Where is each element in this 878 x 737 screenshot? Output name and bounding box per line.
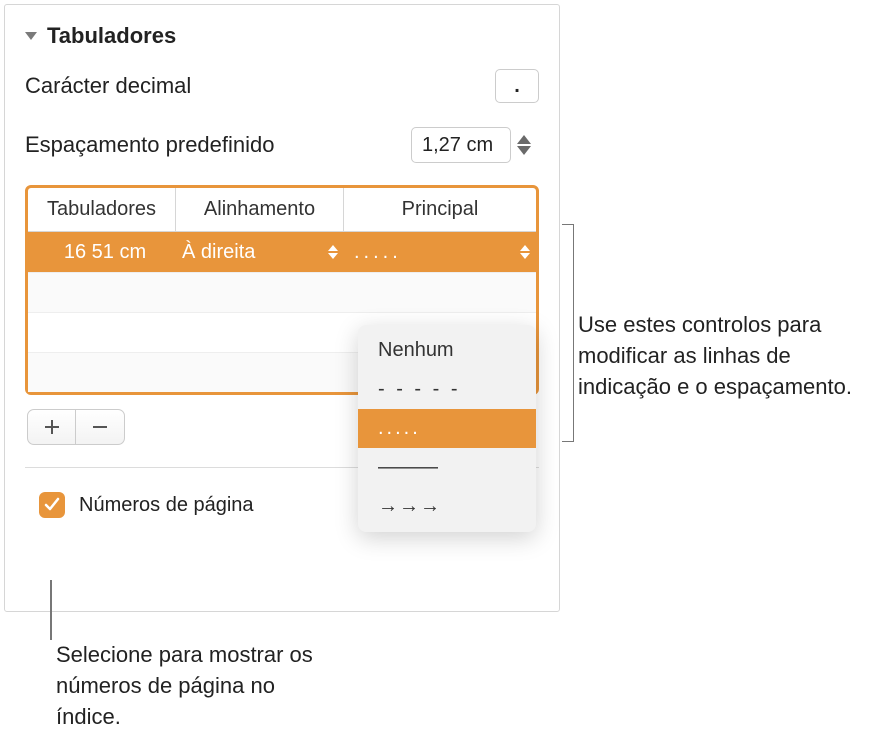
default-spacing-input[interactable]: 1,27 cm bbox=[411, 127, 511, 163]
add-remove-stop bbox=[27, 409, 125, 445]
plus-icon bbox=[44, 419, 60, 435]
default-spacing-value: 1,27 cm bbox=[422, 134, 493, 157]
default-spacing-label: Espaçamento predefinido bbox=[25, 132, 411, 158]
spacing-stepper bbox=[517, 127, 539, 163]
decimal-char-value: . bbox=[514, 75, 520, 98]
disclosure-triangle-icon[interactable] bbox=[25, 32, 37, 40]
callout-page-numbers: Selecione para mostrar os números de pág… bbox=[56, 640, 336, 732]
table-row[interactable] bbox=[28, 272, 536, 312]
checkmark-icon bbox=[44, 497, 60, 513]
popup-arrows-icon bbox=[328, 245, 338, 259]
minus-icon bbox=[92, 419, 108, 435]
table-row[interactable]: 16 51 cm À direita ..... bbox=[28, 232, 536, 272]
th-alignment[interactable]: Alinhamento bbox=[176, 188, 344, 231]
th-leader[interactable]: Principal bbox=[344, 188, 536, 231]
table-header: Tabuladores Alinhamento Principal bbox=[28, 188, 536, 232]
callout-leader-controls: Use estes controlos para modificar as li… bbox=[578, 310, 868, 402]
leader-option-arrows[interactable]: →→→ bbox=[358, 487, 536, 526]
decimal-char-label: Carácter decimal bbox=[25, 73, 495, 99]
page-numbers-label: Números de página bbox=[79, 494, 254, 517]
callout-bracket-icon bbox=[562, 224, 574, 442]
cell-leader-value: ..... bbox=[354, 241, 402, 264]
leader-option-dots[interactable]: ..... bbox=[358, 409, 536, 448]
leader-option-line[interactable]: ——— bbox=[358, 448, 536, 487]
leader-option-dashes[interactable]: - - - - - bbox=[358, 370, 536, 409]
default-spacing-row: Espaçamento predefinido 1,27 cm bbox=[5, 115, 559, 175]
remove-stop-button[interactable] bbox=[76, 410, 124, 444]
leader-dropdown: Nenhum - - - - - ..... ——— →→→ bbox=[358, 325, 536, 532]
page-numbers-checkbox[interactable] bbox=[39, 492, 65, 518]
section-header[interactable]: Tabuladores bbox=[5, 5, 559, 57]
cell-stop[interactable]: 16 51 cm bbox=[28, 241, 176, 264]
th-stops[interactable]: Tabuladores bbox=[28, 188, 176, 231]
callout-leader-line-icon bbox=[50, 580, 52, 640]
leader-option-none[interactable]: Nenhum bbox=[358, 331, 536, 370]
decimal-char-input[interactable]: . bbox=[495, 69, 539, 103]
stepper-down-icon[interactable] bbox=[517, 146, 531, 155]
cell-alignment[interactable]: À direita bbox=[176, 241, 344, 264]
cell-leader[interactable]: ..... bbox=[344, 241, 536, 264]
section-title: Tabuladores bbox=[47, 23, 176, 49]
cell-alignment-value: À direita bbox=[182, 241, 255, 264]
popup-arrows-icon bbox=[520, 245, 530, 259]
decimal-char-row: Carácter decimal . bbox=[5, 57, 559, 115]
add-stop-button[interactable] bbox=[28, 410, 76, 444]
stepper-up-icon[interactable] bbox=[517, 135, 531, 144]
